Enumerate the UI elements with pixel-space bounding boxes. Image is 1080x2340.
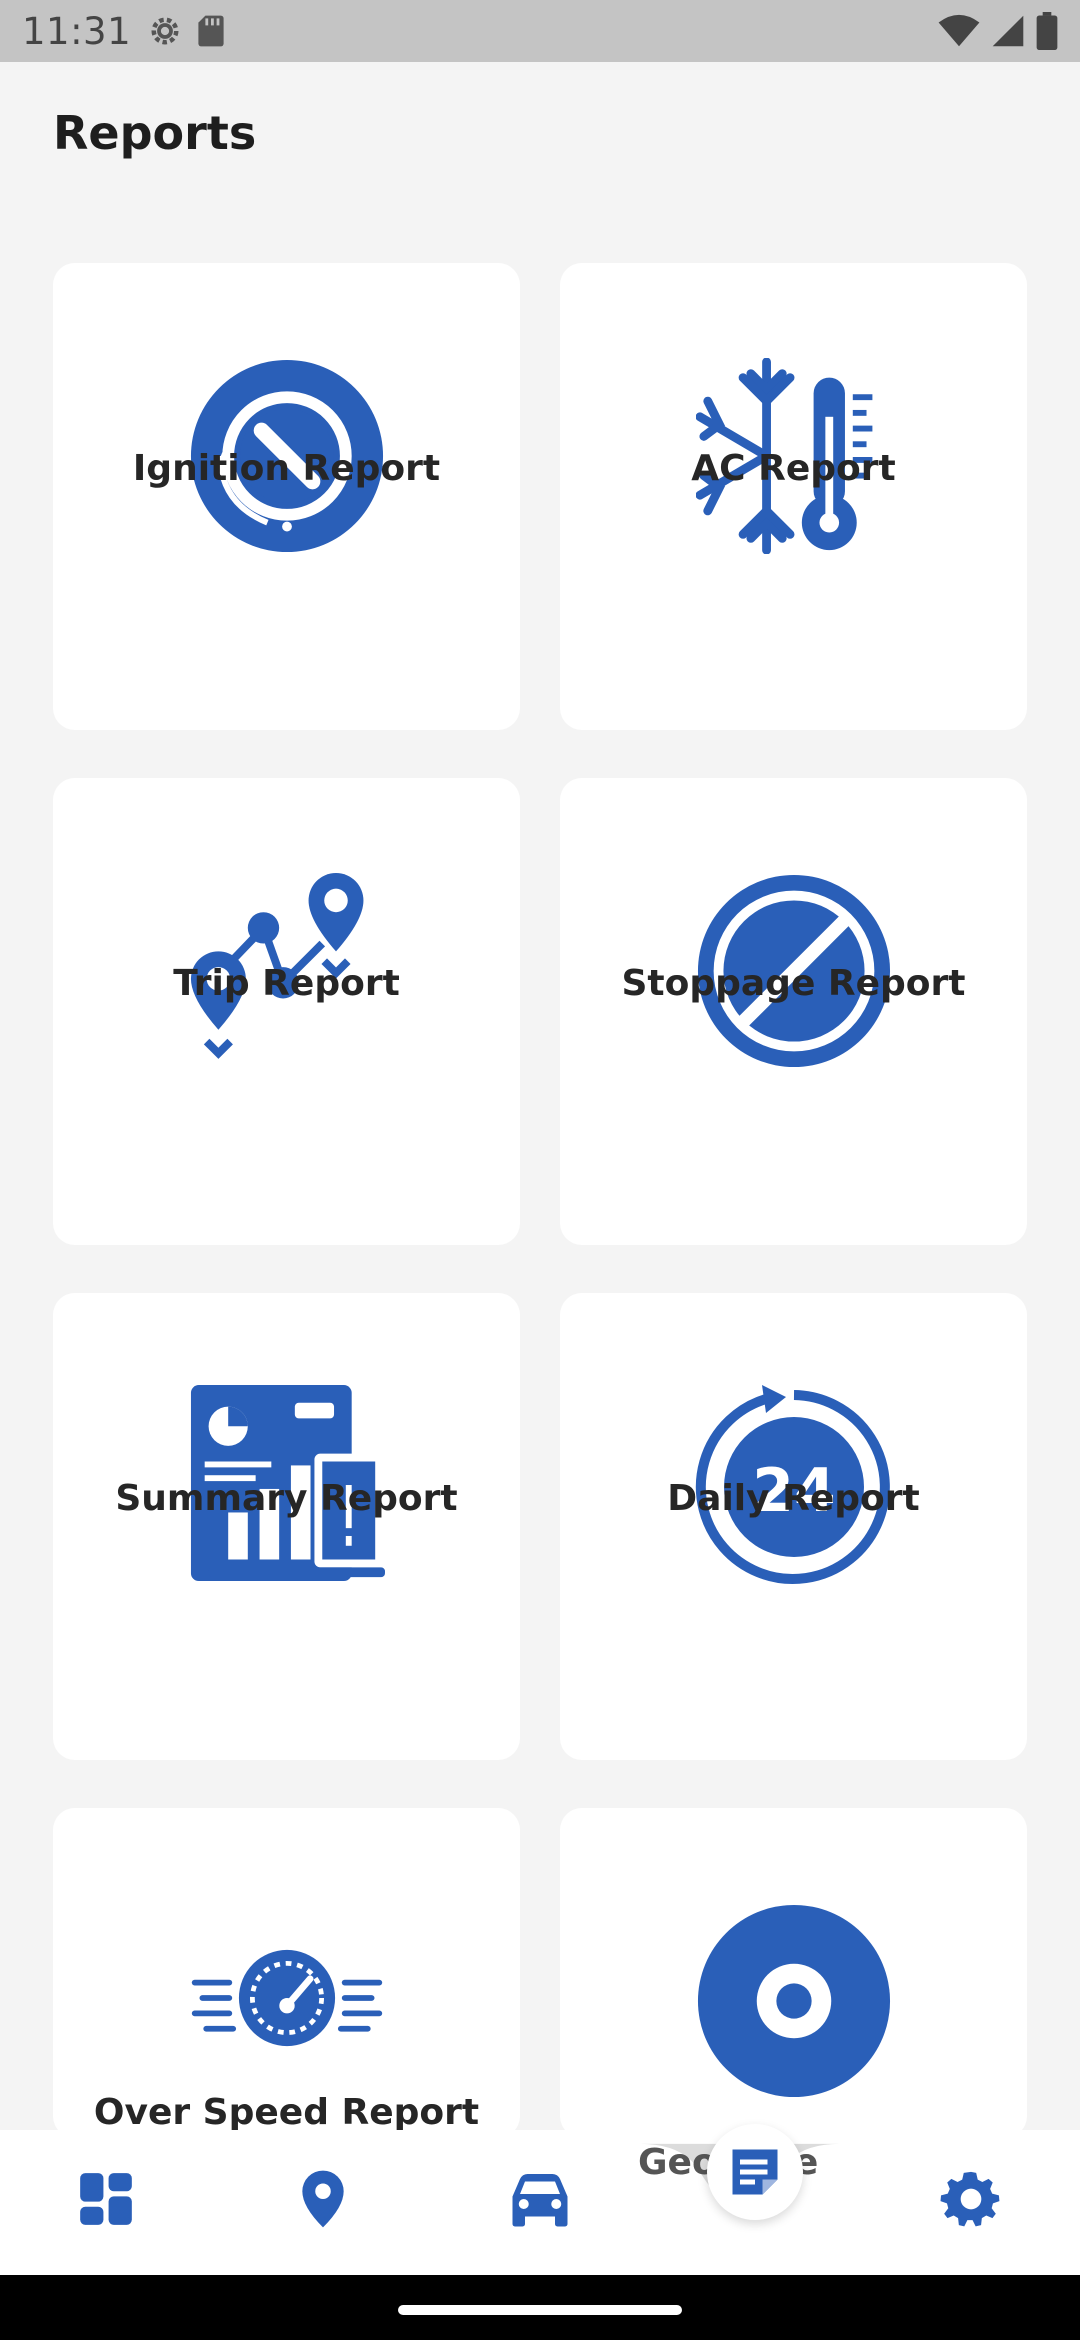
trip-report-card[interactable]: Trip Report bbox=[53, 778, 520, 1245]
ac-report-label: AC Report bbox=[691, 448, 896, 489]
summary-report-label: Summary Report bbox=[115, 1478, 458, 1519]
ignition-report-label: Ignition Report bbox=[132, 448, 441, 489]
stoppage-report-label: Stoppage Report bbox=[621, 963, 966, 1004]
signal-icon bbox=[992, 15, 1024, 47]
page-title: Reports bbox=[53, 106, 257, 160]
geofence-report-card[interactable] bbox=[560, 1808, 1027, 2138]
settings-icon[interactable] bbox=[940, 2168, 1002, 2230]
status-time: 11:31 bbox=[22, 9, 132, 53]
summary-report-card[interactable]: Summary Report bbox=[53, 1293, 520, 1760]
geofence-ring-icon bbox=[697, 1904, 890, 2098]
system-gesture-bar bbox=[0, 2275, 1080, 2340]
sd-card-icon bbox=[198, 15, 224, 47]
reports-icon bbox=[732, 2149, 778, 2195]
location-pin-icon[interactable] bbox=[295, 2168, 351, 2230]
over-speed-report-card[interactable]: Over Speed Report bbox=[53, 1808, 520, 2138]
settings-gear-status-icon bbox=[151, 17, 179, 45]
ac-report-card[interactable]: AC Report bbox=[560, 263, 1027, 730]
wifi-icon bbox=[938, 14, 980, 47]
over-speed-report-label: Over Speed Report bbox=[93, 2092, 480, 2133]
status-bar: 11:31 bbox=[0, 0, 1080, 62]
daily-report-card[interactable]: 24 Daily Report bbox=[560, 1293, 1027, 1760]
bottom-navigation bbox=[0, 2130, 1080, 2275]
battery-icon bbox=[1036, 12, 1058, 50]
car-icon[interactable] bbox=[505, 2168, 575, 2230]
home-gesture-handle[interactable] bbox=[398, 2305, 682, 2315]
daily-report-label: Daily Report bbox=[667, 1478, 920, 1519]
stoppage-report-card[interactable]: Stoppage Report bbox=[560, 778, 1027, 1245]
reports-nav-button[interactable] bbox=[707, 2124, 803, 2220]
speedometer-icon bbox=[191, 1949, 382, 2047]
ignition-report-card[interactable]: Ignition Report bbox=[53, 263, 520, 730]
trip-report-label: Trip Report bbox=[173, 963, 400, 1004]
dashboard-icon[interactable] bbox=[75, 2168, 137, 2230]
